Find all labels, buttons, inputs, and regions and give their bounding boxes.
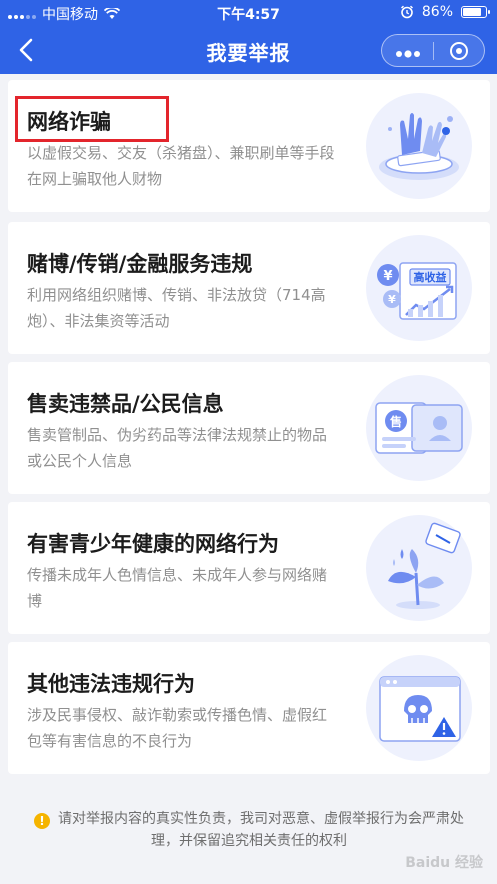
close-miniprogram-button[interactable] bbox=[434, 41, 484, 60]
disclaimer-text: 请对举报内容的真实性负责，我司对恶意、虚假举报行为会严肃处理，并保留追究相关责任… bbox=[58, 811, 464, 849]
category-card-gambling-finance[interactable]: 赌博/传销/金融服务违规 利用网络组织赌博、传销、非法放贷（714高炮）、非法集… bbox=[8, 222, 490, 354]
status-bar: 中国移动 下午4:57 86% bbox=[0, 0, 497, 26]
selling-info-illustration: 售 bbox=[366, 375, 472, 481]
category-title: 有害青少年健康的网络行为 bbox=[27, 532, 279, 556]
miniprogram-capsule bbox=[381, 34, 485, 67]
finance-illustration: 高收益 ¥ ¥ bbox=[366, 235, 472, 341]
warning-icon: ! bbox=[34, 813, 50, 829]
battery-icon bbox=[461, 6, 490, 18]
svg-text:¥: ¥ bbox=[388, 293, 396, 306]
category-description: 利用网络组织赌博、传销、非法放贷（714高炮）、非法集资等活动 bbox=[27, 286, 326, 330]
nav-bar: 我要举报 bbox=[0, 26, 497, 74]
disclaimer-notice: ! 请对举报内容的真实性负责，我司对恶意、虚假举报行为会严肃处理，并保留追究相关责… bbox=[34, 808, 464, 852]
youth-plant-illustration bbox=[366, 515, 472, 621]
category-title: 赌博/传销/金融服务违规 bbox=[27, 252, 253, 276]
more-button[interactable] bbox=[382, 41, 433, 61]
category-title: 售卖违禁品/公民信息 bbox=[27, 392, 224, 416]
category-description: 以虚假交易、交友（杀猪盘）、兼职刷单等手段在网上骗取他人财物 bbox=[27, 144, 335, 188]
category-title: 其他违法违规行为 bbox=[27, 672, 195, 696]
svg-text:¥: ¥ bbox=[383, 269, 392, 284]
category-description: 售卖管制品、伪劣药品等法律法规禁止的物品或公民个人信息 bbox=[27, 426, 328, 470]
category-description: 传播未成年人色情信息、未成年人参与网络赌博 bbox=[27, 566, 328, 610]
badge-high-yield: 高收益 bbox=[414, 270, 447, 284]
category-card-prohibited-goods[interactable]: 售卖违禁品/公民信息 售卖管制品、伪劣药品等法律法规禁止的物品或公民个人信息 售 bbox=[8, 362, 490, 494]
battery-percent: 86% bbox=[421, 4, 453, 20]
category-description: 涉及民事侵权、敲诈勒索或传播色情、虚假红包等有害信息的不良行为 bbox=[27, 706, 328, 750]
highlight-box bbox=[15, 96, 169, 142]
watermark: Baidu 经验 bbox=[405, 855, 483, 871]
category-card-youth-harm[interactable]: 有害青少年健康的网络行为 传播未成年人色情信息、未成年人参与网络赌博 bbox=[8, 502, 490, 634]
category-card-online-fraud[interactable]: 网络诈骗 以虚假交易、交友（杀猪盘）、兼职刷单等手段在网上骗取他人财物 bbox=[8, 80, 490, 212]
skull-browser-illustration bbox=[366, 655, 472, 761]
fraud-hands-illustration bbox=[366, 93, 472, 199]
alarm-icon bbox=[400, 5, 413, 19]
target-icon bbox=[449, 41, 468, 60]
category-card-other-violations[interactable]: 其他违法违规行为 涉及民事侵权、敲诈勒索或传播色情、虚假红包等有害信息的不良行为 bbox=[8, 642, 490, 774]
badge-sell: 售 bbox=[390, 414, 402, 429]
more-dots-icon bbox=[395, 49, 420, 58]
